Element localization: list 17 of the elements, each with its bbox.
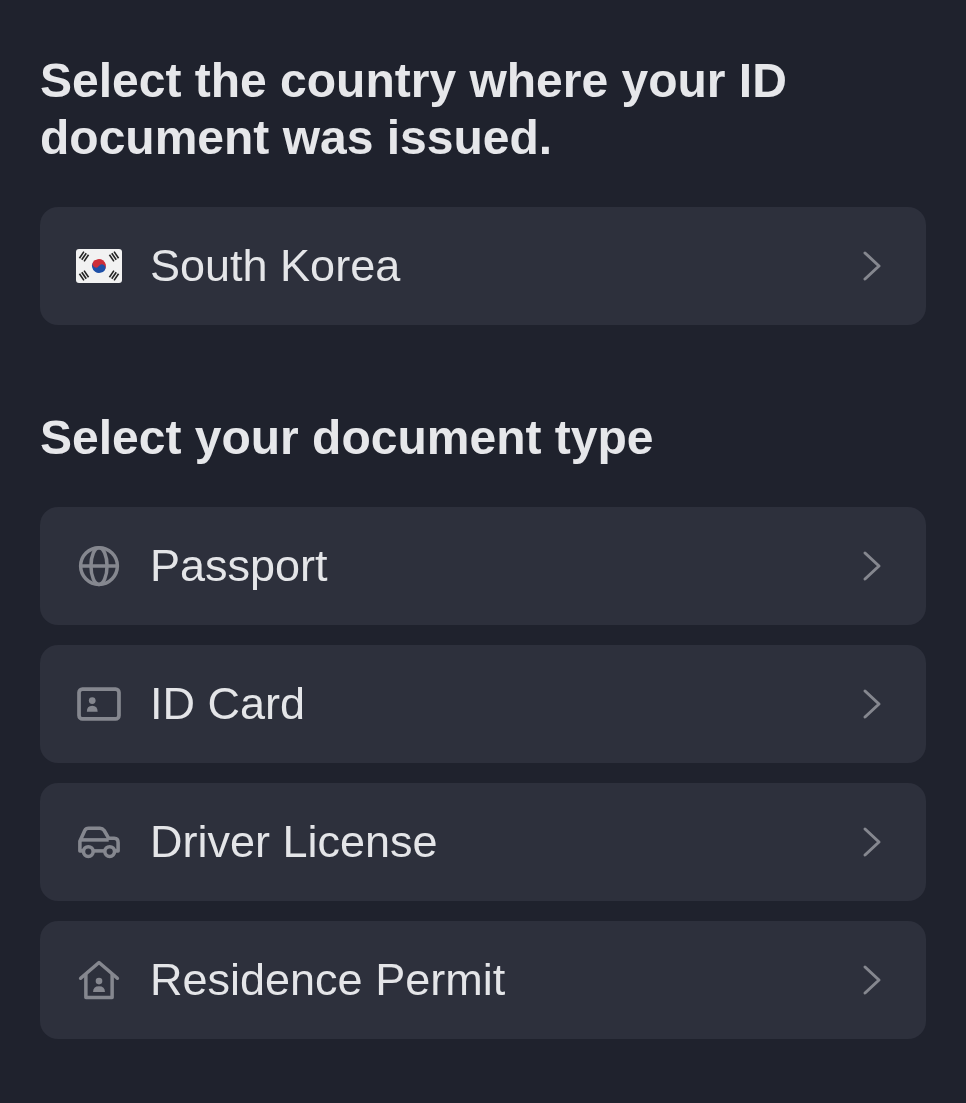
car-icon <box>76 825 122 859</box>
document-type-heading: Select your document type <box>40 410 655 466</box>
document-type-option[interactable]: Driver License <box>40 783 926 901</box>
document-type-option[interactable]: Passport <box>40 507 926 625</box>
document-type-option[interactable]: ID Card <box>40 645 926 763</box>
chevron-icon <box>862 688 882 720</box>
flag-icon <box>76 249 122 283</box>
document-type-option[interactable]: Residence Permit <box>40 921 926 1039</box>
country-select-button[interactable]: South Korea <box>40 207 926 325</box>
country-prompt: Select the country where your ID document was issued. <box>40 53 788 166</box>
chevron-icon <box>862 550 882 582</box>
chevron-icon <box>862 250 882 282</box>
house-icon <box>78 959 120 1001</box>
id-card-icon <box>77 687 121 721</box>
chevron-icon <box>862 964 882 996</box>
globe-icon <box>78 545 120 587</box>
chevron-icon <box>862 826 882 858</box>
